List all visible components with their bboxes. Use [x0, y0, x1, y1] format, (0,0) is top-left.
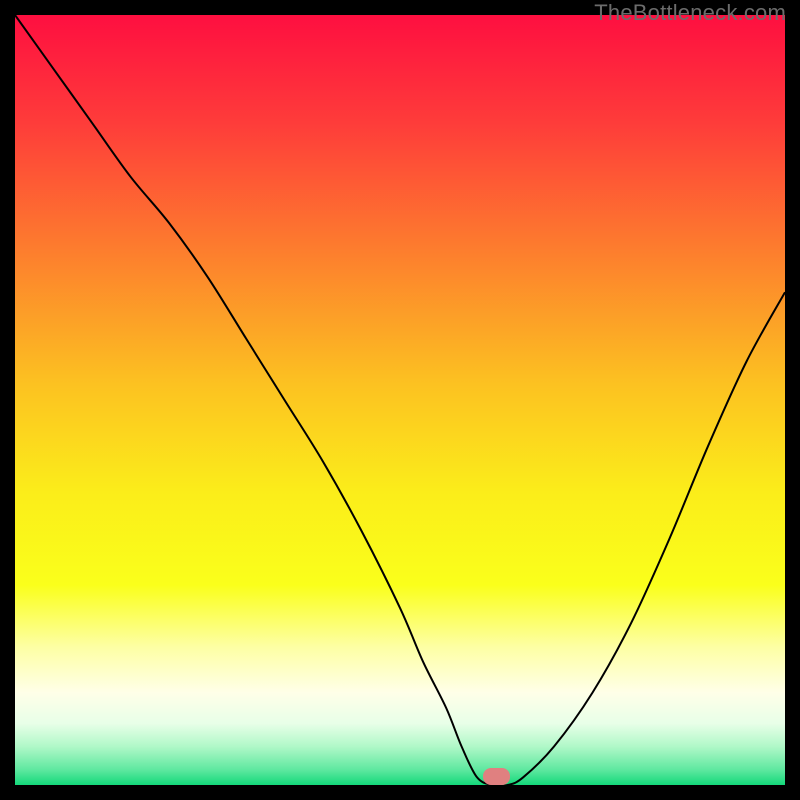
optimal-marker: [483, 768, 510, 785]
watermark-label: TheBottleneck.com: [594, 0, 786, 26]
chart-frame: TheBottleneck.com: [0, 0, 800, 800]
plot-area: [15, 15, 785, 785]
bottleneck-curve: [15, 15, 785, 785]
